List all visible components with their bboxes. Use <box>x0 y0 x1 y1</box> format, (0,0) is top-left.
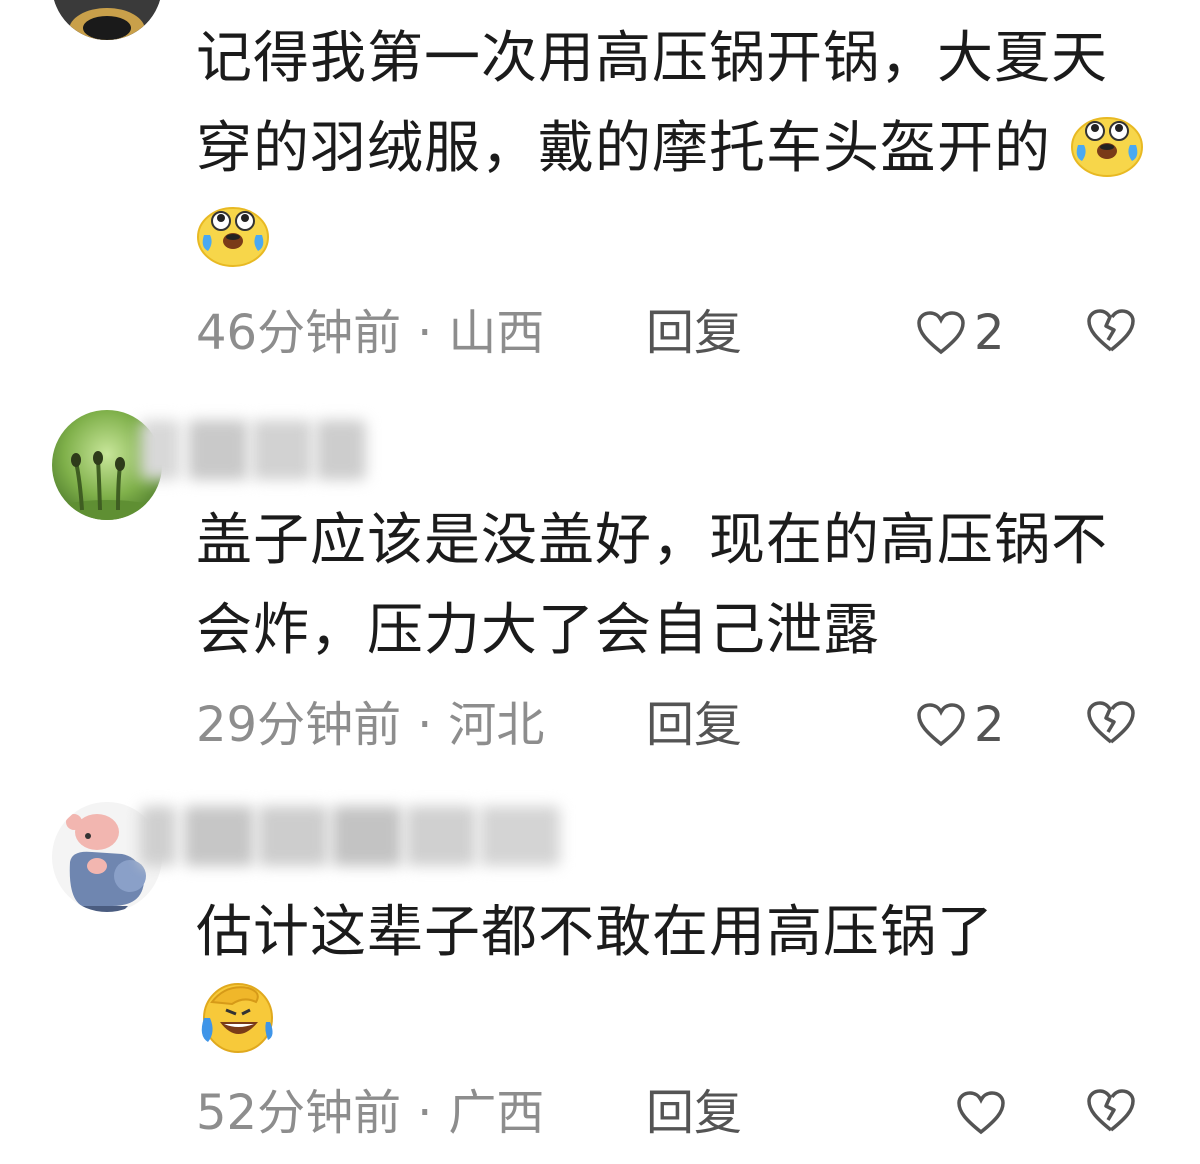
comment-text: 盖子应该是没盖好，现在的高压锅不会炸，压力大了会自己泄露 <box>196 508 1108 663</box>
like-count: 2 <box>974 305 1005 361</box>
like-button[interactable]: 2 <box>916 305 1005 361</box>
comment-text: 记得我第一次用高压锅开锅，大夏天穿的羽绒服，戴的摩托车头盔开的 <box>196 14 1156 284</box>
facepalm-laughing-emoji <box>196 978 276 1056</box>
comment-text: 估计这辈子都不敢在用高压锅了 <box>196 888 1156 1069</box>
like-button[interactable] <box>956 1086 1006 1140</box>
heart-icon <box>917 703 965 747</box>
broken-heart-icon <box>1087 309 1135 352</box>
crying-face-emoji <box>196 203 270 267</box>
dislike-button[interactable] <box>1086 1086 1136 1140</box>
like-count: 2 <box>974 697 1005 753</box>
crying-face-emoji <box>1070 113 1144 177</box>
dislike-button[interactable] <box>1086 306 1136 360</box>
time-location: 29分钟前 · 河北 <box>196 697 545 753</box>
broken-heart-icon <box>1087 1089 1135 1132</box>
dislike-button[interactable] <box>1086 698 1136 752</box>
time-location: 52分钟前 · 广西 <box>196 1085 545 1141</box>
time-location: 46分钟前 · 山西 <box>196 305 545 361</box>
comment-meta: 46分钟前 · 山西 回复 2 <box>196 298 1156 368</box>
like-button[interactable]: 2 <box>916 697 1005 753</box>
username-blurred[interactable] <box>140 806 580 866</box>
comment-meta: 29分钟前 · 河北 回复 2 <box>196 690 1156 760</box>
heart-icon <box>917 311 965 355</box>
reply-button[interactable]: 回复 <box>646 690 742 760</box>
broken-heart-icon <box>1087 701 1135 744</box>
username-blurred[interactable] <box>140 420 370 480</box>
comment-meta: 52分钟前 · 广西 回复 <box>196 1078 1156 1148</box>
reply-button[interactable]: 回复 <box>646 298 742 368</box>
reply-button[interactable]: 回复 <box>646 1078 742 1148</box>
avatar[interactable] <box>52 0 162 40</box>
heart-icon <box>957 1091 1005 1135</box>
